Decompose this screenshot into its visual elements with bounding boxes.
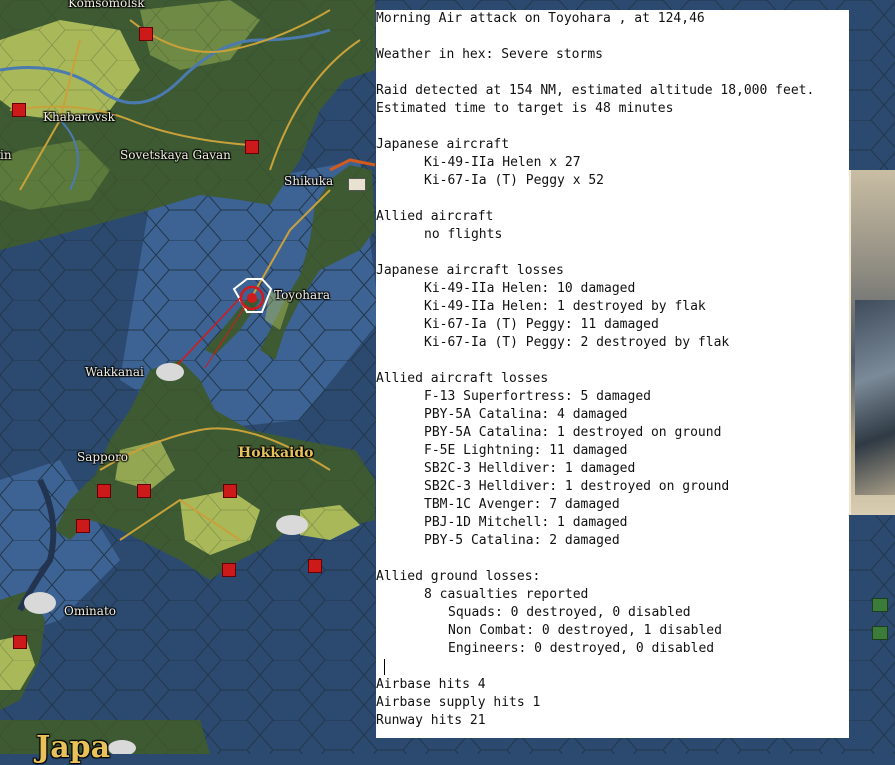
flag-icon [872,598,888,612]
airbase-supply-hits-line: Airbase supply hits 1 [376,695,541,710]
japanese-losses-header: Japanese aircraft losses [376,263,564,278]
raid-detection-line: Raid detected at 154 NM, estimated altit… [376,83,815,98]
allied-loss-entry: PBY-5A Catalina: 4 damaged [424,407,628,422]
soviet-base-marker[interactable] [139,27,153,41]
japanese-base-marker[interactable] [13,635,27,649]
ground-losses-header: Allied ground losses: [376,569,541,584]
japanese-loss-entry: Ki-67-Ia (T) Peggy: 11 damaged [424,317,659,332]
allied-loss-entry: PBY-5 Catalina: 2 damaged [424,533,620,548]
allied-loss-entry: F-5E Lightning: 11 damaged [424,443,628,458]
weather-line: Weather in hex: Severe storms [376,47,603,62]
japanese-base-marker[interactable] [222,563,236,577]
japanese-aircraft-entry: Ki-49-IIa Helen x 27 [424,155,581,170]
runway-hits-line: Runway hits 21 [376,713,486,728]
japanese-base-marker[interactable] [76,519,90,533]
japanese-aircraft-header: Japanese aircraft [376,137,510,152]
allied-loss-entry: PBY-5A Catalina: 1 destroyed on ground [424,425,722,440]
map-label-japan: Japa [36,730,111,765]
japanese-loss-entry: Ki-49-IIa Helen: 10 damaged [424,281,636,296]
japanese-base-marker[interactable] [308,559,322,573]
text-cursor-line [376,658,849,676]
us-unit-marker[interactable] [348,178,366,191]
allied-loss-entry: PBJ-1D Mitchell: 1 damaged [424,515,628,530]
soviet-base-marker[interactable] [12,103,26,117]
allied-loss-entry: TBM-1C Avenger: 7 damaged [424,497,620,512]
japanese-loss-entry: Ki-67-Ia (T) Peggy: 2 destroyed by flak [424,335,730,350]
allied-aircraft-entry: no flights [424,227,503,242]
soviet-base-marker[interactable] [245,140,259,154]
ship-photo [855,300,895,495]
ground-loss-detail: Squads: 0 destroyed, 0 disabled [448,605,691,620]
raid-eta-line: Estimated time to target is 48 minutes [376,101,674,116]
ground-loss-detail: Non Combat: 0 destroyed, 1 disabled [448,623,722,638]
map-label-partial-in: in [0,148,12,162]
allied-loss-entry: F-13 Superfortress: 5 damaged [424,389,651,404]
japanese-base-marker[interactable] [137,484,151,498]
allied-aircraft-header: Allied aircraft [376,209,494,224]
japanese-base-marker[interactable] [223,484,237,498]
japanese-loss-entry: Ki-49-IIa Helen: 1 destroyed by flak [424,299,706,314]
map-label-komsomolsk: Komsomolsk [68,0,145,10]
map-label-ominato: Ominato [64,604,116,618]
report-title: Morning Air attack on Toyohara , at 124,… [376,11,705,26]
allied-losses-header: Allied aircraft losses [376,371,549,386]
combat-report-panel[interactable]: Morning Air attack on Toyohara , at 124,… [376,10,849,738]
map-label-sovetskaya-gavan: Sovetskaya Gavan [120,148,231,162]
map-label-wakkanai: Wakkanai [85,365,144,379]
airbase-hits-line: Airbase hits 4 [376,677,486,692]
map-label-hokkaido: Hokkaido [238,445,314,461]
flag-icon [872,626,888,640]
map-label-sapporo: Sapporo [77,450,128,464]
japanese-base-marker[interactable] [97,484,111,498]
map-label-shikuka: Shikuka [284,174,334,188]
japanese-aircraft-entry: Ki-67-Ia (T) Peggy x 52 [424,173,605,188]
map-label-toyohara: Toyohara [274,288,331,302]
ground-loss-detail: Engineers: 0 destroyed, 0 disabled [448,641,715,656]
allied-loss-entry: SB2C-3 Helldiver: 1 damaged [424,461,636,476]
text-caret [384,659,385,675]
allied-loss-entry: SB2C-3 Helldiver: 1 destroyed on ground [424,479,730,494]
map-label-khabarovsk: Khabarovsk [43,110,115,124]
casualties-line: 8 casualties reported [424,587,589,602]
